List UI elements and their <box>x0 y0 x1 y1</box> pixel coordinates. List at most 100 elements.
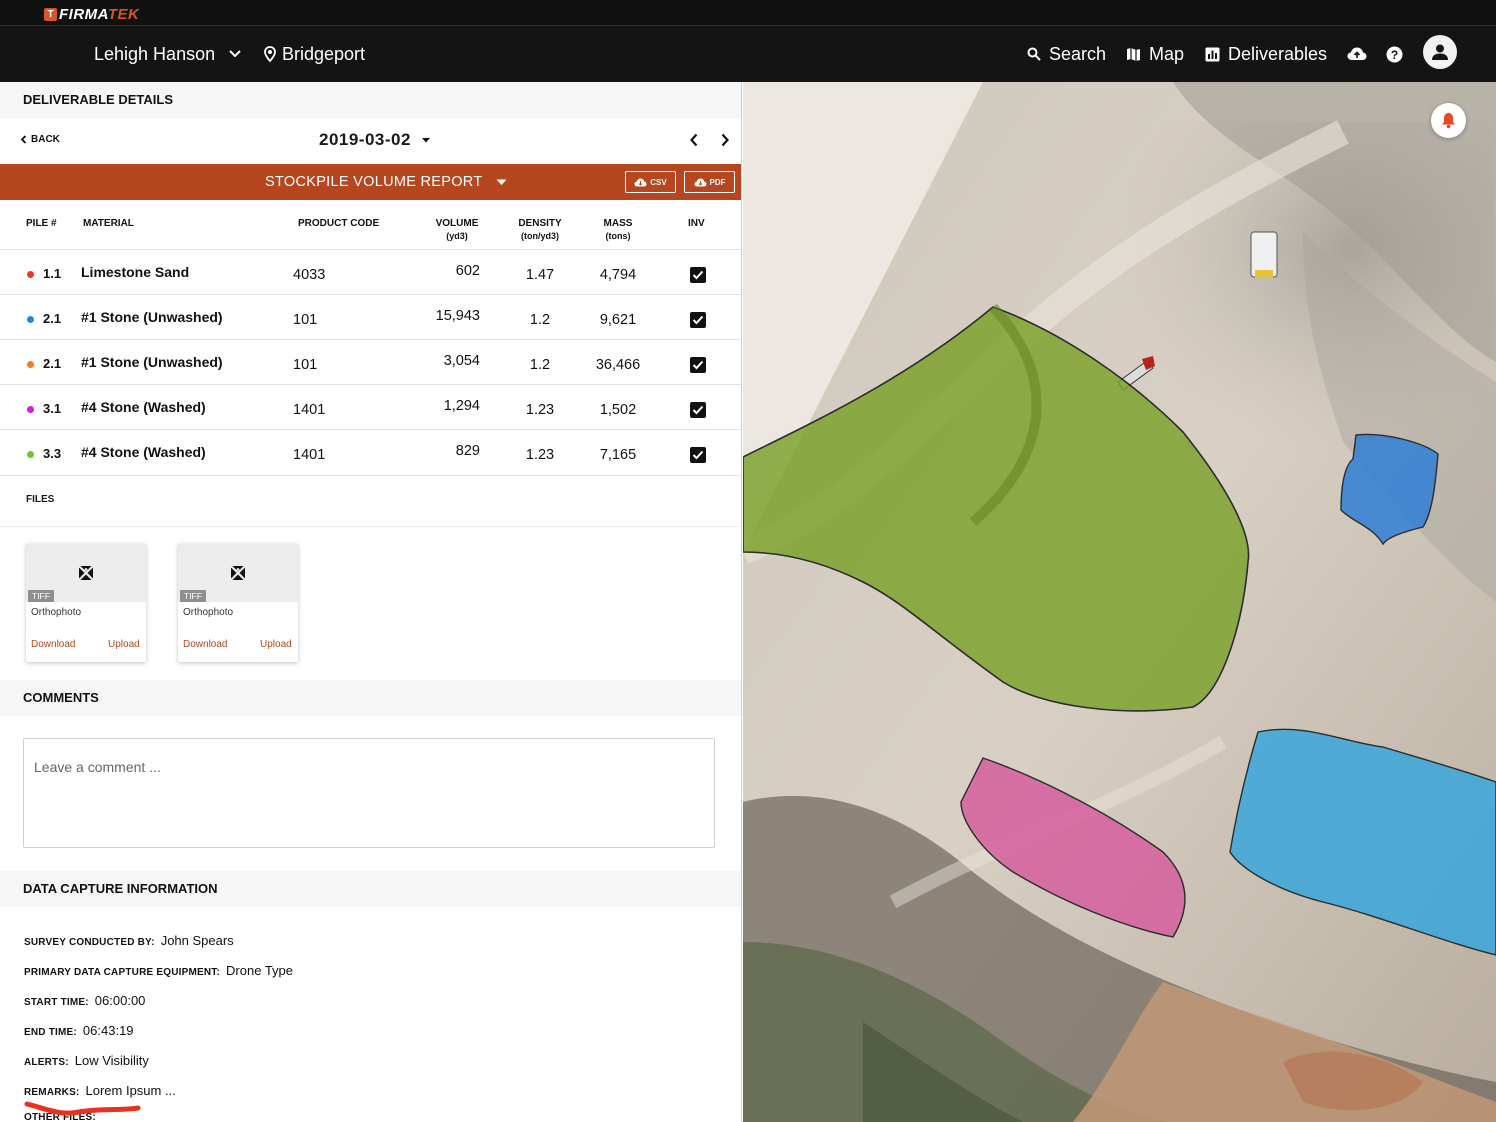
product-code: 101 <box>293 312 318 328</box>
mass-value: 4,794 <box>599 267 637 283</box>
upload-link[interactable]: Upload <box>108 639 140 650</box>
table-row[interactable]: 1.1 Limestone Sand 4033 602 1.47 4,794 <box>0 249 741 294</box>
cloud-upload-icon <box>1347 47 1367 60</box>
nav-search[interactable]: Search <box>1027 26 1106 82</box>
mass-value: 36,466 <box>595 357 641 373</box>
company-selector[interactable]: Lehigh Hanson <box>94 26 241 82</box>
info-key: SURVEY CONDUCTED BY: <box>24 937 155 948</box>
file-name: Orthophoto <box>31 607 82 618</box>
header-density-unit: (ton/yd3) <box>521 231 559 241</box>
back-button[interactable]: BACK <box>20 134 60 145</box>
mass-value: 7,165 <box>599 447 637 463</box>
caret-down-icon <box>421 138 430 143</box>
info-row: ALERTS: Low Visibility <box>24 1053 149 1068</box>
header-inv: INV <box>688 218 705 229</box>
table-row[interactable]: 2.1 #1 Stone (Unwashed) 101 15,943 1.2 9… <box>0 294 741 339</box>
stockpile-map[interactable] <box>743 82 1496 1122</box>
report-selector[interactable]: STOCKPILE VOLUME REPORT <box>265 164 507 200</box>
header-density-label: DENSITY <box>518 218 562 229</box>
file-card[interactable]: TIFF Orthophoto Download Upload <box>178 544 298 662</box>
info-value: Drone Type <box>226 963 293 978</box>
upload-link[interactable]: Upload <box>260 639 292 650</box>
next-date-button[interactable] <box>716 131 734 149</box>
table-row[interactable]: 2.1 #1 Stone (Unwashed) 101 3,054 1.2 36… <box>0 339 741 384</box>
header-material: MATERIAL <box>83 218 134 229</box>
inventory-checkbox[interactable] <box>690 267 706 283</box>
previous-date-button[interactable] <box>685 131 703 149</box>
header-density: DENSITY (ton/yd3) <box>507 218 573 242</box>
checkmark-icon <box>692 360 704 370</box>
back-label: BACK <box>31 134 60 145</box>
material-name: #1 Stone (Unwashed) <box>81 354 223 370</box>
pdf-label: PDF <box>709 177 726 187</box>
download-link[interactable]: Download <box>31 639 75 650</box>
info-row: PRIMARY DATA CAPTURE EQUIPMENT: Drone Typ… <box>24 963 293 978</box>
location-name: Bridgeport <box>282 43 366 64</box>
export-pdf-button[interactable]: PDF <box>684 171 735 193</box>
notifications-button[interactable] <box>1431 103 1466 138</box>
pile-color-dot <box>27 316 34 323</box>
logo-text-b: TEK <box>107 6 140 23</box>
table-row[interactable]: 3.3 #4 Stone (Washed) 1401 829 1.23 7,16… <box>0 429 741 476</box>
help-button[interactable]: ? <box>1386 26 1411 82</box>
material-name: #1 Stone (Unwashed) <box>81 309 223 325</box>
nav-map[interactable]: Map <box>1126 26 1184 82</box>
pile-number: 1.1 <box>43 266 62 281</box>
material-name: #4 Stone (Washed) <box>81 444 206 460</box>
inventory-checkbox[interactable] <box>690 312 706 328</box>
inventory-checkbox[interactable] <box>690 402 706 418</box>
mass-value: 9,621 <box>599 312 637 328</box>
map-icon <box>1127 47 1140 61</box>
info-row: REMARKS: Lorem Ipsum ... <box>24 1083 176 1098</box>
info-key: PRIMARY DATA CAPTURE EQUIPMENT: <box>24 967 221 978</box>
header-mass-unit: (tons) <box>605 231 631 241</box>
pile-color-dot <box>27 406 34 413</box>
deliverable-details-panel: DELIVERABLE DETAILS BACK 2019-03-02 STOC… <box>0 82 742 1122</box>
density-value: 1.2 <box>529 357 551 373</box>
checkmark-icon <box>692 270 704 280</box>
inventory-checkbox[interactable] <box>690 447 706 463</box>
checkmark-icon <box>692 405 704 415</box>
file-card[interactable]: TIFF Orthophoto Download Upload <box>26 544 146 662</box>
comments-header: COMMENTS <box>0 680 741 716</box>
upload-cloud-button[interactable] <box>1347 26 1375 82</box>
bar-chart-icon <box>1205 47 1220 61</box>
pile-number: 3.3 <box>43 446 62 461</box>
material-name: #4 Stone (Washed) <box>81 399 206 415</box>
info-key: START TIME: <box>24 997 89 1008</box>
pile-color-dot <box>27 271 34 278</box>
header-volume: VOLUME (yd3) <box>426 218 488 242</box>
chevron-left-icon <box>20 135 27 144</box>
date-selector[interactable]: 2019-03-02 <box>319 130 431 150</box>
report-title: STOCKPILE VOLUME REPORT <box>265 174 483 190</box>
brand-bar: T FIRMATEK <box>0 0 1496 26</box>
top-navigation: Lehigh Hanson Bridgeport Search Map Deli… <box>0 26 1496 82</box>
mass-value: 1,502 <box>599 402 637 418</box>
volume-value: 1,294 <box>443 398 480 414</box>
nav-deliverables[interactable]: Deliverables <box>1205 26 1327 82</box>
firmatek-logo[interactable]: T FIRMATEK <box>44 6 139 23</box>
volume-value: 15,943 <box>435 308 480 324</box>
divider <box>0 526 741 527</box>
files-label: FILES <box>26 494 55 505</box>
product-code: 1401 <box>293 402 326 418</box>
annotation-scribble <box>24 1101 141 1116</box>
product-code: 1401 <box>293 447 326 463</box>
table-row[interactable]: 3.1 #4 Stone (Washed) 1401 1,294 1.23 1,… <box>0 384 741 429</box>
location-selector[interactable]: Bridgeport <box>264 26 365 82</box>
pile-number: 2.1 <box>43 311 62 326</box>
product-code: 4033 <box>293 267 326 283</box>
export-csv-button[interactable]: CSV <box>625 171 676 193</box>
download-link[interactable]: Download <box>183 639 227 650</box>
comment-input[interactable]: Leave a comment ... <box>23 738 715 848</box>
info-row: SURVEY CONDUCTED BY: John Spears <box>24 933 234 948</box>
bell-icon <box>1442 113 1455 129</box>
info-key: END TIME: <box>24 1027 77 1038</box>
pile-number: 3.1 <box>43 401 62 416</box>
info-value: Low Visibility <box>74 1053 149 1068</box>
inventory-checkbox[interactable] <box>690 357 706 373</box>
user-avatar[interactable] <box>1423 35 1457 69</box>
density-value: 1.23 <box>525 402 555 418</box>
svg-text:?: ? <box>1391 48 1398 62</box>
deliverable-details-header: DELIVERABLE DETAILS <box>0 82 741 118</box>
